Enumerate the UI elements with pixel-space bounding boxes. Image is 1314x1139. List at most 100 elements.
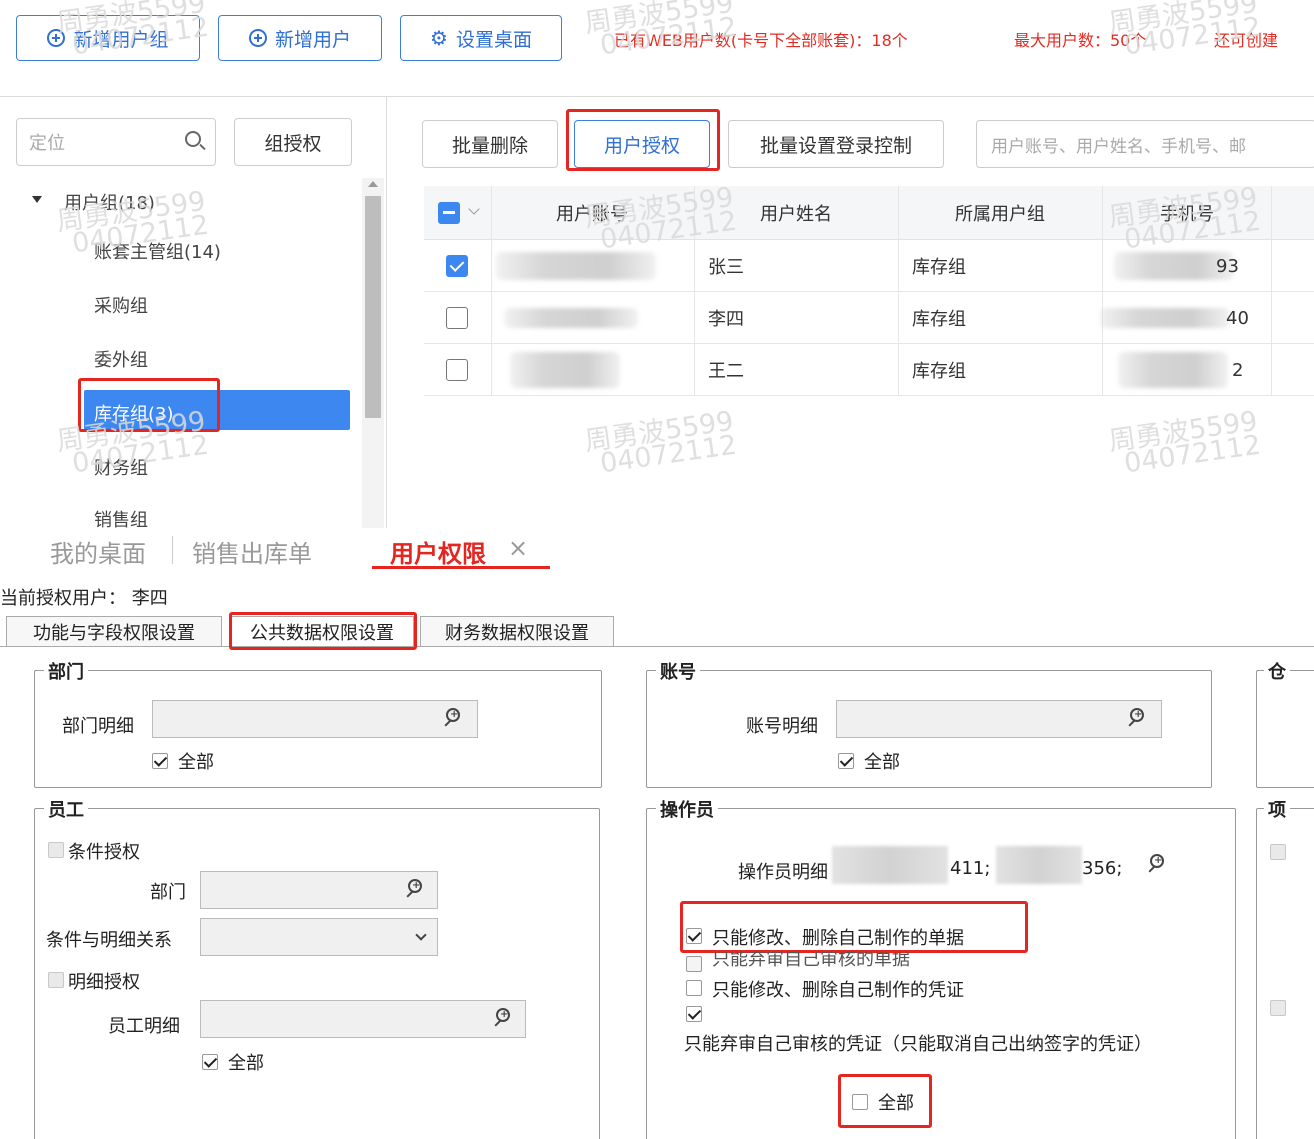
tree-item-outsource[interactable]: 委外组: [94, 346, 148, 372]
divider: [0, 96, 1314, 97]
own-voucher-unaudit-label: 只能弃审自己审核的凭证（只能取消自己出纳签字的凭证）: [684, 1034, 1152, 1055]
employee-all-label: 全部: [228, 1053, 264, 1074]
remaining-count: 还可创建: [1214, 31, 1279, 50]
tree-item-inventory[interactable]: 库存组(3): [94, 400, 174, 426]
user-name-cell: 李四: [708, 309, 744, 330]
detail-auth-checkbox[interactable]: [48, 972, 64, 988]
watermark: 周勇波5599 04072112: [582, 405, 739, 480]
lookup-icon[interactable]: +: [494, 1008, 516, 1030]
own-voucher-unaudit-checkbox[interactable]: [686, 1006, 702, 1022]
add-user-group-label: 新增用户组: [73, 28, 169, 51]
project-checkbox[interactable]: [1270, 1000, 1286, 1016]
table-row[interactable]: 张三 库存组 93: [424, 240, 1314, 292]
subtab-finance-data[interactable]: 财务数据权限设置: [420, 616, 614, 646]
chevron-down-icon: [415, 929, 427, 941]
user-permission-panel: 我的桌面 销售出库单 用户权限 × 当前授权用户： 李四 功能与字段权限设置 公…: [0, 528, 1314, 1139]
relation-dropdown[interactable]: [200, 918, 438, 956]
scroll-thumb[interactable]: [365, 196, 381, 418]
redacted-operator: [996, 846, 1082, 884]
divider: [172, 536, 173, 564]
divider: [386, 96, 387, 528]
redacted-account: [496, 252, 656, 280]
employee-dept-label: 部门: [150, 882, 186, 903]
col-header-phone: 手机号: [1160, 204, 1214, 225]
select-all-checkbox[interactable]: [438, 202, 460, 224]
department-detail-input[interactable]: [152, 700, 478, 738]
close-icon[interactable]: ×: [508, 534, 528, 562]
lookup-icon[interactable]: +: [444, 708, 466, 730]
divider: [0, 646, 1314, 647]
redacted-operator: [832, 846, 948, 884]
batch-delete-button[interactable]: 批量删除: [422, 120, 558, 168]
tree-item-purchase[interactable]: 采购组: [94, 292, 148, 318]
tab-user-permission[interactable]: 用户权限: [390, 534, 486, 569]
scroll-up-icon[interactable]: [368, 181, 378, 187]
current-user-name: 李四: [131, 588, 168, 609]
row-checkbox[interactable]: [446, 359, 468, 381]
department-all-label: 全部: [178, 752, 214, 773]
subtab-function-field[interactable]: 功能与字段权限设置: [6, 616, 222, 646]
employee-dept-input[interactable]: [200, 871, 438, 909]
row-checkbox[interactable]: [446, 255, 468, 277]
subtab-public-data[interactable]: 公共数据权限设置: [230, 616, 414, 646]
department-all-checkbox[interactable]: [152, 753, 168, 769]
plus-circle-icon: [248, 29, 267, 47]
account-detail-input[interactable]: [836, 700, 1162, 738]
operator-all-label: 全部: [878, 1093, 914, 1114]
add-user-button[interactable]: 新增用户: [218, 15, 382, 61]
set-desktop-label: 设置桌面: [455, 28, 532, 51]
user-filter-input[interactable]: 用户账号、用户姓名、手机号、邮: [976, 120, 1314, 168]
tree-scrollbar[interactable]: [362, 178, 384, 528]
condition-auth-checkbox[interactable]: [48, 842, 64, 858]
gear-icon: ⚙: [430, 26, 448, 50]
row-checkbox[interactable]: [446, 307, 468, 329]
tree-item-finance[interactable]: 财务组: [94, 454, 148, 480]
search-placeholder: 定位: [29, 133, 65, 154]
tree-item-user-group[interactable]: 用户组(18): [64, 189, 155, 215]
own-bills-only-checkbox[interactable]: [686, 928, 702, 944]
account-group-title: 账号: [656, 658, 700, 684]
current-user: 当前授权用户： 李四: [0, 584, 168, 610]
user-management-panel: 新增用户组 新增用户 ⚙ 设置桌面 已有WEB用户数(卡号下全部账套)：18个 …: [0, 0, 1314, 528]
user-auth-button[interactable]: 用户授权: [574, 120, 710, 168]
tab-my-desktop[interactable]: 我的桌面: [50, 534, 146, 569]
max-user-count: 最大用户数：50个: [1014, 31, 1147, 50]
employee-all-checkbox[interactable]: [202, 1054, 218, 1070]
tab-sales-outbound[interactable]: 销售出库单: [192, 534, 312, 569]
lookup-icon[interactable]: +: [1128, 708, 1150, 730]
user-name-cell: 张三: [708, 257, 744, 278]
table-row[interactable]: 李四 库存组 40: [424, 292, 1314, 344]
add-user-group-button[interactable]: 新增用户组: [16, 15, 200, 61]
redacted-phone: [1100, 308, 1230, 328]
own-voucher-only-label: 只能修改、删除自己制作的凭证: [712, 980, 964, 1001]
account-all-label: 全部: [864, 752, 900, 773]
own-audit-unaudit-checkbox[interactable]: [686, 956, 702, 972]
col-header-group: 所属用户组: [955, 204, 1045, 225]
tree-item-sales[interactable]: 销售组: [94, 506, 148, 528]
set-desktop-button[interactable]: ⚙ 设置桌面: [400, 15, 562, 61]
warehouse-group-title: 仓: [1264, 658, 1290, 684]
locate-search-input[interactable]: 定位: [16, 118, 216, 166]
redacted-account: [510, 352, 620, 388]
account-all-checkbox[interactable]: [838, 753, 854, 769]
active-tab-indicator: [372, 566, 550, 569]
operator-all-checkbox[interactable]: [852, 1094, 868, 1110]
lookup-icon[interactable]: +: [1148, 854, 1170, 876]
tree-item-account-admin[interactable]: 账套主管组(14): [94, 238, 221, 264]
expand-triangle-icon[interactable]: [32, 196, 42, 203]
detail-auth-label: 明细授权: [68, 972, 140, 993]
employee-detail-label: 员工明细: [108, 1016, 180, 1037]
col-header-name: 用户姓名: [760, 204, 832, 225]
table-row[interactable]: 王二 库存组 2: [424, 344, 1314, 396]
employee-detail-input[interactable]: [200, 1000, 526, 1038]
search-icon[interactable]: [185, 131, 201, 147]
col-header-account: 用户账号: [556, 204, 628, 225]
batch-login-control-button[interactable]: 批量设置登录控制: [728, 120, 944, 168]
web-user-count: 已有WEB用户数(卡号下全部账套)：18个: [614, 31, 908, 50]
operator-group-title: 操作员: [656, 796, 718, 822]
add-user-label: 新增用户: [274, 28, 351, 51]
lookup-icon[interactable]: +: [406, 879, 428, 901]
project-checkbox[interactable]: [1270, 844, 1286, 860]
own-voucher-only-checkbox[interactable]: [686, 980, 702, 996]
group-auth-button[interactable]: 组授权: [234, 118, 352, 166]
